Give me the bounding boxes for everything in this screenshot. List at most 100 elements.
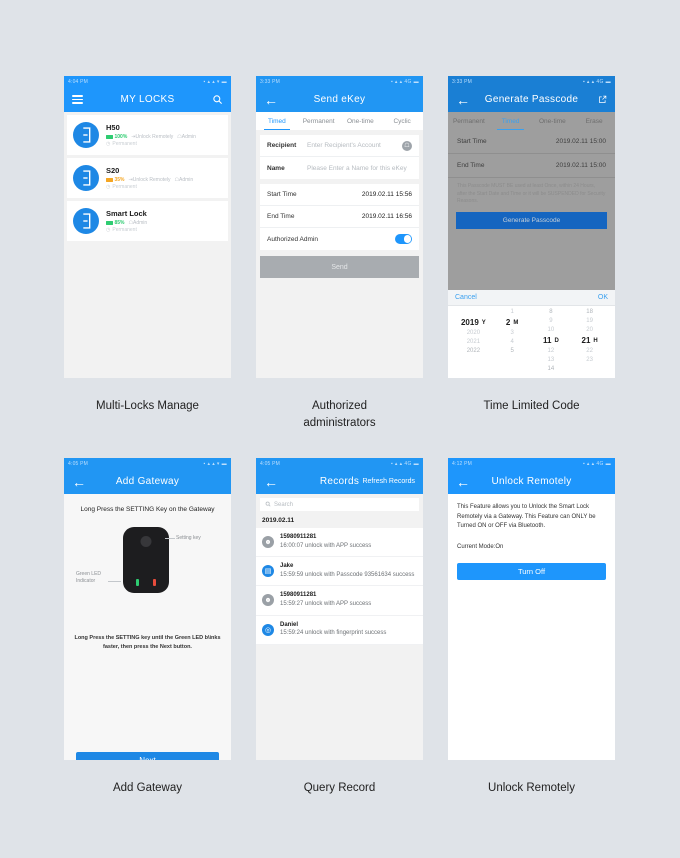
fingerprint-icon: ◎ xyxy=(262,623,274,636)
picker-option[interactable]: 8 xyxy=(532,308,571,317)
back-button[interactable]: ← xyxy=(456,93,470,107)
user-icon: ☻ xyxy=(262,536,274,548)
list-item[interactable]: ◎ Daniel 15:59:24 unlock with fingerprin… xyxy=(256,616,423,645)
list-item[interactable]: ☻ 15980911281 16:00:07 unlock with APP s… xyxy=(256,528,423,558)
turn-off-button[interactable]: Turn Off xyxy=(457,562,606,580)
time-group: Start Time 2019.02.11 15:00 End Time 201… xyxy=(448,130,615,178)
search-input[interactable]: Search xyxy=(260,498,419,511)
lock-name: Smart Lock xyxy=(106,208,147,218)
picker-option[interactable]: 1 xyxy=(493,308,532,317)
battery-indicator: 35% xyxy=(106,177,125,183)
picker-option[interactable]: 5 xyxy=(493,347,532,356)
clock-icon: ◷ xyxy=(106,227,111,234)
picker-option[interactable]: 18 xyxy=(570,308,609,317)
status-bar: 4:05 PM ▪ ▴ ▴ 4G ▬ xyxy=(256,458,423,469)
unlock-remotely-label: ⇥Unlock Remotely xyxy=(128,176,171,183)
records-list: ☻ 15980911281 16:00:07 unlock with APP s… xyxy=(256,528,423,645)
picker-option[interactable]: 4 xyxy=(493,338,532,347)
contacts-icon[interactable]: ☖ xyxy=(402,140,412,151)
picker-option[interactable]: 2020 xyxy=(454,329,493,338)
picker-option[interactable]: 20 xyxy=(570,326,609,335)
lock-name: H50 xyxy=(106,122,120,132)
start-time-row[interactable]: Start Time 2019.02.11 15:00 xyxy=(448,130,615,154)
send-button[interactable]: Send xyxy=(260,256,419,278)
cancel-button[interactable]: Cancel xyxy=(455,294,477,301)
end-time-row[interactable]: End Time 2019.02.11 16:56 xyxy=(260,206,419,228)
picker-option[interactable]: 10 xyxy=(532,326,571,335)
list-item[interactable]: S20 35% ⇥Unlock Remotely ☖Admin ◷ Perman… xyxy=(67,158,228,198)
tab-one-time[interactable]: One-time xyxy=(340,112,382,130)
tab-cyclic[interactable]: Cyclic xyxy=(381,112,423,130)
picker-option[interactable] xyxy=(454,308,493,317)
back-arrow-icon: ← xyxy=(456,473,470,490)
start-time-label: Start Time xyxy=(457,138,487,145)
tab-timed[interactable]: Timed xyxy=(490,112,532,130)
record-description: 15:59:59 unlock with Passcode 93561634 s… xyxy=(280,571,415,578)
picker-option[interactable]: 23 xyxy=(570,356,609,365)
picker-option[interactable]: 14 xyxy=(532,365,571,374)
tab-erase[interactable]: Erase xyxy=(573,112,615,130)
name-input[interactable]: Please Enter a Name for this eKey xyxy=(307,165,412,172)
lock-period: ◷ Permanent xyxy=(106,141,222,147)
status-icons: ▪ ▴ ▴ 4G ▬ xyxy=(390,460,419,467)
record-name: Daniel xyxy=(280,621,299,628)
lock-icon xyxy=(73,122,99,148)
record-text: 15980911281 15:59:27 unlock with APP suc… xyxy=(280,592,417,608)
tab-timed[interactable]: Timed xyxy=(256,112,298,130)
refresh-records-button[interactable]: Refresh Records xyxy=(362,478,415,485)
list-item[interactable]: ▤ Jake 15:59:59 unlock with Passcode 935… xyxy=(256,557,423,587)
end-time-row[interactable]: End Time 2019.02.11 15:00 xyxy=(448,154,615,178)
lock-period: ◷ Permanent xyxy=(106,184,222,190)
list-item[interactable]: H50 100% ⇥Unlock Remotely ☖Admin ◷ Perma… xyxy=(67,115,228,155)
status-bar: 4:12 PM ▪ ▴ ▴ 4G ▬ xyxy=(448,458,615,469)
list-item[interactable]: Smart Lock 85% ☖Admin ◷ Permanent xyxy=(67,201,228,241)
picker-column-month[interactable]: 1 2M 3 4 5 xyxy=(493,308,532,374)
picker-column-hour[interactable]: 18 19 20 21 H 22 23 xyxy=(570,308,609,374)
authorized-admin-row[interactable]: Authorized Admin xyxy=(260,228,419,250)
picker-option[interactable]: 2022 xyxy=(454,347,493,356)
screen-time-limited-code: 3:33 PM ▪ ▴ ▴ 4G ▬ ← Generate Passcode P… xyxy=(448,76,615,415)
picker-option[interactable]: 22 xyxy=(570,347,609,356)
back-button[interactable]: ← xyxy=(264,475,278,489)
role-label: ☖Admin xyxy=(174,176,194,183)
picker-option[interactable]: 9 xyxy=(532,317,571,326)
picker-option[interactable]: 13 xyxy=(532,356,571,365)
authorized-admin-label: Authorized Admin xyxy=(267,235,318,243)
recipient-input[interactable]: Enter Recipient's Account xyxy=(307,142,402,149)
menu-button[interactable] xyxy=(72,93,83,106)
back-arrow-icon: ← xyxy=(264,473,278,490)
screen-add-gateway: 4:05 PM ▪ ▴ ▴ ▾ ▬ ← Add Gateway Long Pre… xyxy=(64,458,231,797)
authorized-admin-toggle[interactable] xyxy=(395,234,412,244)
back-button[interactable]: ← xyxy=(456,475,470,489)
tab-permanent[interactable]: Permanent xyxy=(298,112,340,130)
ok-button[interactable]: OK xyxy=(598,294,608,301)
picker-option[interactable]: 19 xyxy=(570,317,609,326)
back-button[interactable]: ← xyxy=(264,93,278,107)
time-group: Start Time 2019.02.11 15:56 End Time 201… xyxy=(260,184,419,250)
tab-one-time[interactable]: One-time xyxy=(532,112,574,130)
name-row[interactable]: Name Please Enter a Name for this eKey xyxy=(260,157,419,179)
status-icons: ▪ ▴ ▴ 4G ▬ xyxy=(582,78,611,85)
search-button[interactable] xyxy=(212,94,223,105)
picker-option[interactable]: 2021 xyxy=(454,338,493,347)
picker-option[interactable]: 3 xyxy=(493,329,532,338)
clock-icon: ◷ xyxy=(106,141,111,148)
recipient-group: Recipient Enter Recipient's Account ☖ Na… xyxy=(260,135,419,179)
picker-column-year[interactable]: 2019 Y 2020 2021 2022 xyxy=(454,308,493,374)
start-time-row[interactable]: Start Time 2019.02.11 15:56 xyxy=(260,184,419,206)
back-arrow-icon: ← xyxy=(72,473,86,490)
share-button[interactable] xyxy=(598,91,607,109)
lock-list: H50 100% ⇥Unlock Remotely ☖Admin ◷ Perma… xyxy=(64,112,231,247)
picker-columns: 2019 Y 2020 2021 2022 1 2M 3 4 5 8 9 10 … xyxy=(448,306,615,378)
user-icon: ☻ xyxy=(262,594,274,607)
picker-option[interactable]: 12 xyxy=(532,347,571,356)
screen-caption: Query Record xyxy=(303,782,376,794)
start-time-value: 2019.02.11 15:56 xyxy=(361,191,412,198)
picker-column-day[interactable]: 8 9 10 11 D 12 13 14 xyxy=(532,308,571,374)
generate-passcode-button[interactable]: Generate Passcode xyxy=(456,211,607,229)
back-button[interactable]: ← xyxy=(72,475,86,489)
recipient-row[interactable]: Recipient Enter Recipient's Account ☖ xyxy=(260,135,419,157)
list-item[interactable]: ☻ 15980911281 15:59:27 unlock with APP s… xyxy=(256,586,423,616)
tab-permanent[interactable]: Permanent xyxy=(448,112,490,130)
next-button[interactable]: Next xyxy=(76,752,219,760)
